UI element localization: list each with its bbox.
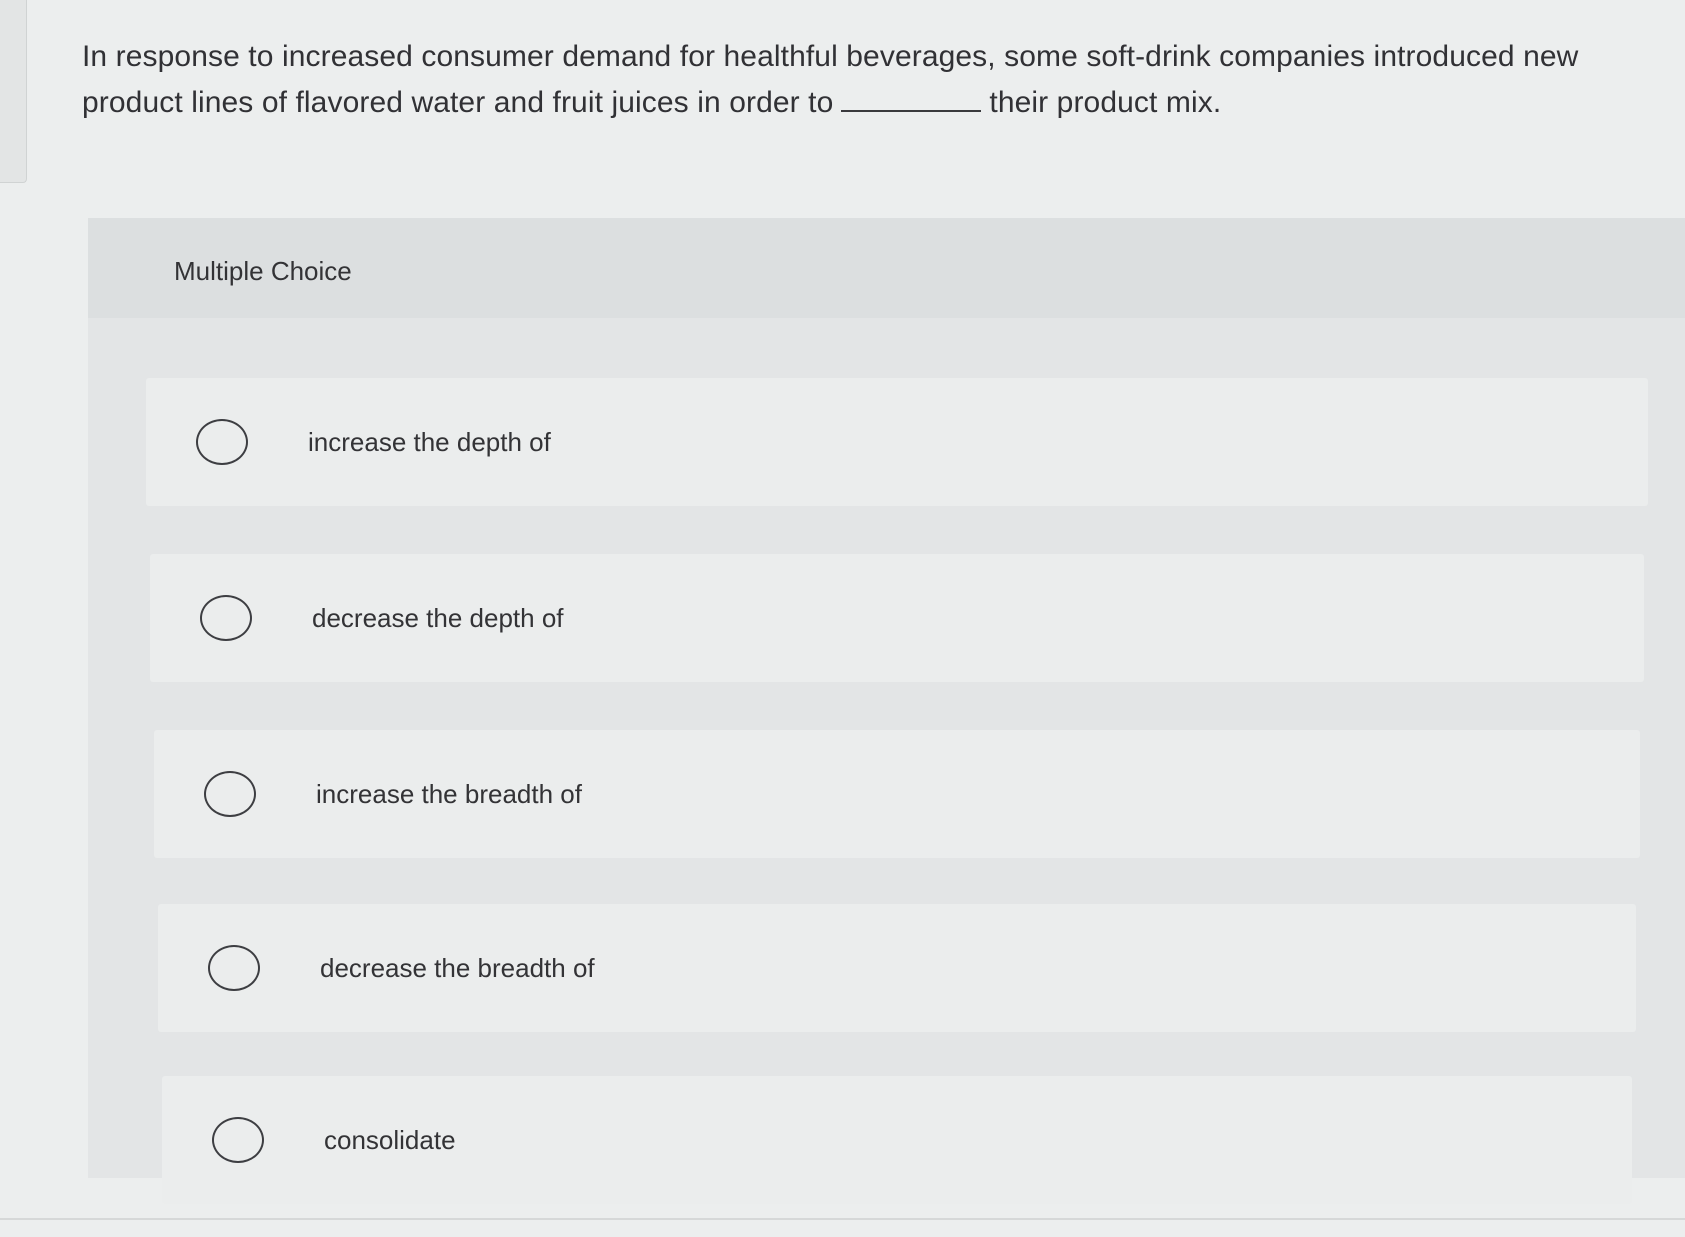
radio-button-icon[interactable]	[208, 945, 260, 991]
radio-button-icon[interactable]	[196, 419, 248, 465]
answer-blank	[841, 80, 982, 112]
option-label: increase the depth of	[308, 426, 551, 457]
option-label: consolidate	[324, 1124, 456, 1155]
question-text-after: their product mix.	[989, 86, 1222, 119]
option-1[interactable]: increase the depth of	[146, 378, 1648, 506]
question-text-before: In response to increased consumer demand…	[82, 40, 1579, 119]
option-label: increase the breadth of	[316, 778, 582, 809]
option-label: decrease the depth of	[312, 602, 564, 633]
bottom-divider	[0, 1218, 1685, 1220]
radio-button-icon[interactable]	[212, 1117, 264, 1163]
option-2[interactable]: decrease the depth of	[150, 554, 1644, 682]
radio-button-icon[interactable]	[200, 595, 252, 641]
multiple-choice-panel: Multiple Choice increase the depth of de…	[88, 218, 1685, 1204]
panel-title: Multiple Choice	[174, 256, 352, 286]
panel-header: Multiple Choice	[88, 218, 1685, 318]
radio-button-icon[interactable]	[204, 771, 256, 817]
question-text: In response to increased consumer demand…	[82, 34, 1642, 126]
option-5[interactable]: consolidate	[162, 1076, 1632, 1204]
left-edge-tab	[0, 0, 27, 183]
option-3[interactable]: increase the breadth of	[154, 730, 1640, 858]
option-label: decrease the breadth of	[320, 952, 595, 983]
option-4[interactable]: decrease the breadth of	[158, 904, 1636, 1032]
